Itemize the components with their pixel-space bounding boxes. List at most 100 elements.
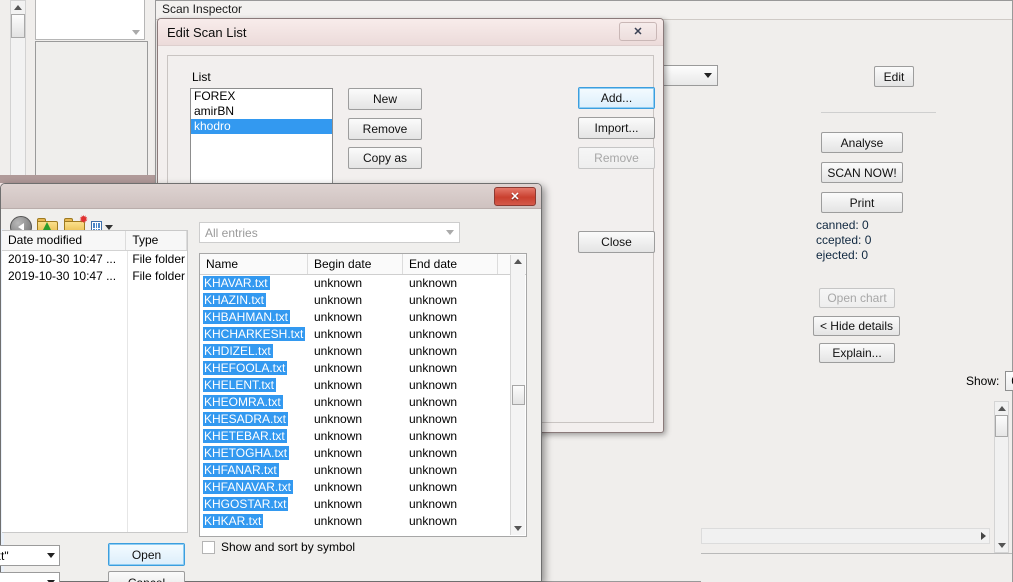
- new-button[interactable]: New: [348, 88, 422, 110]
- list-item[interactable]: khodro: [191, 119, 332, 134]
- table-row[interactable]: KHGOSTAR.txt unknown unknown: [200, 496, 526, 513]
- cell-end-date: unknown: [409, 276, 458, 290]
- cell-end-date: unknown: [409, 293, 458, 307]
- show-sort-by-symbol-checkbox[interactable]: [202, 540, 215, 554]
- dialog-close-button[interactable]: ✕: [619, 22, 657, 41]
- background-left-window: [0, 0, 157, 183]
- table-row[interactable]: KHKAR.txt unknown unknown: [200, 513, 526, 530]
- import-button[interactable]: Import...: [578, 117, 655, 139]
- edit-button[interactable]: Edit: [874, 66, 914, 87]
- filename-value: KHKAR.txt": [0, 548, 9, 563]
- remove-button[interactable]: Remove: [348, 118, 422, 140]
- filetype-select[interactable]: [0, 572, 60, 582]
- cell-begin-date: unknown: [314, 293, 363, 307]
- cell-end-date: unknown: [409, 463, 458, 477]
- print-button[interactable]: Print: [821, 192, 903, 213]
- scroll-up-arrow-icon[interactable]: [512, 255, 525, 268]
- scrollbar-thumb[interactable]: [11, 14, 25, 38]
- open-chart-button[interactable]: Open chart: [819, 288, 895, 308]
- cell-end-date: unknown: [409, 429, 458, 443]
- background-left-combo[interactable]: [35, 0, 145, 40]
- results-vertical-scrollbar[interactable]: [994, 401, 1009, 553]
- show-select[interactable]: 0: current: [1005, 371, 1013, 391]
- cell-end-date: unknown: [409, 412, 458, 426]
- background-left-scrollbar[interactable]: [10, 0, 26, 178]
- cell-begin-date: unknown: [314, 378, 363, 392]
- scroll-right-arrow-icon[interactable]: [981, 532, 986, 540]
- scan-now-button[interactable]: SCAN NOW!: [821, 162, 903, 183]
- cancel-button[interactable]: Cancel: [108, 571, 185, 582]
- copy-as-button[interactable]: Copy as: [348, 147, 422, 169]
- table-row[interactable]: KHCHARKESH.txt unknown unknown: [200, 326, 526, 343]
- cell-end-date: unknown: [409, 514, 458, 528]
- stat-accepted: ccepted: 0: [816, 233, 872, 247]
- cell-end-date: unknown: [409, 327, 458, 341]
- scan-inspector-bottom-strip: Automatic: [701, 553, 1012, 582]
- analyse-button[interactable]: Analyse: [821, 132, 903, 153]
- table-row[interactable]: 2019-10-30 10:47 ... File folder: [2, 268, 187, 285]
- add-button[interactable]: Add...: [578, 87, 655, 109]
- list-item[interactable]: FOREX: [191, 89, 332, 104]
- table-row[interactable]: KHFANAVAR.txt unknown unknown: [200, 479, 526, 496]
- show-control-group: Show: 0: current: [966, 371, 1013, 391]
- scan-inspector-titlebar: Scan Inspector: [156, 1, 1012, 19]
- table-row[interactable]: KHELENT.txt unknown unknown: [200, 377, 526, 394]
- cell-begin-date: unknown: [314, 276, 363, 290]
- scroll-up-arrow-icon[interactable]: [12, 1, 25, 14]
- table-row[interactable]: KHETEBAR.txt unknown unknown: [200, 428, 526, 445]
- file-list-table[interactable]: Name Begin date End date KHAVAR.txt unkno…: [199, 253, 527, 537]
- remove-entry-button[interactable]: Remove: [578, 147, 655, 169]
- cell-end-date: unknown: [409, 361, 458, 375]
- cell-name: KHELENT.txt: [203, 378, 277, 392]
- cell-name: KHFANAVAR.txt: [203, 480, 293, 494]
- table-row[interactable]: KHESADRA.txt unknown unknown: [200, 411, 526, 428]
- file-list-vertical-scrollbar[interactable]: [510, 255, 525, 535]
- scan-inspector-title: Scan Inspector: [162, 2, 243, 16]
- scrollbar-thumb[interactable]: [995, 415, 1008, 437]
- open-button[interactable]: Open: [108, 543, 185, 566]
- column-header-date-modified[interactable]: Date modified: [2, 231, 127, 250]
- cell-end-date: unknown: [409, 497, 458, 511]
- cell-name: KHKAR.txt: [203, 514, 264, 528]
- column-header-begin-date[interactable]: Begin date: [308, 254, 403, 274]
- cell-begin-date: unknown: [314, 327, 363, 341]
- entries-filter-select[interactable]: All entries: [199, 222, 460, 243]
- cell-end-date: unknown: [409, 344, 458, 358]
- background-left-statusbar: [0, 175, 157, 183]
- hide-details-button[interactable]: < Hide details: [813, 316, 900, 336]
- entries-filter-value: All entries: [205, 225, 258, 240]
- table-row[interactable]: KHETOGHA.txt unknown unknown: [200, 445, 526, 462]
- cell-begin-date: unknown: [314, 446, 363, 460]
- table-row[interactable]: KHBAHMAN.txt unknown unknown: [200, 309, 526, 326]
- scroll-down-arrow-icon[interactable]: [512, 522, 525, 535]
- cell-end-date: unknown: [409, 395, 458, 409]
- show-sort-by-symbol-row[interactable]: Show and sort by symbol: [202, 540, 355, 554]
- list-item[interactable]: amirBN: [191, 104, 332, 119]
- scan-list-listbox[interactable]: FOREX amirBN khodro: [190, 88, 333, 198]
- table-row[interactable]: KHAZIN.txt unknown unknown: [200, 292, 526, 309]
- table-row[interactable]: KHEFOOLA.txt unknown unknown: [200, 360, 526, 377]
- chevron-down-icon[interactable]: [47, 553, 55, 558]
- file-dialog-close-button[interactable]: ✕: [494, 187, 536, 206]
- scan-list-combo[interactable]: [656, 65, 718, 86]
- explain-button[interactable]: Explain...: [819, 343, 895, 363]
- cell-begin-date: unknown: [314, 463, 363, 477]
- scroll-up-arrow-icon[interactable]: [995, 402, 1008, 415]
- table-row[interactable]: KHFANAR.txt unknown unknown: [200, 462, 526, 479]
- table-row[interactable]: KHAVAR.txt unknown unknown: [200, 275, 526, 292]
- scrollbar-thumb[interactable]: [511, 385, 525, 405]
- column-header-end-date[interactable]: End date: [403, 254, 498, 274]
- folder-details-header: Date modified Type: [2, 231, 187, 251]
- filename-input[interactable]: KHKAR.txt": [0, 545, 60, 566]
- scroll-down-arrow-icon[interactable]: [995, 539, 1008, 552]
- column-header-type[interactable]: Type: [126, 231, 187, 250]
- chevron-down-icon: [132, 30, 140, 35]
- table-row[interactable]: KHDIZEL.txt unknown unknown: [200, 343, 526, 360]
- results-horizontal-scrollbar[interactable]: [701, 528, 990, 544]
- folder-details-pane[interactable]: Date modified Type 2019-10-30 10:47 ... …: [2, 230, 188, 533]
- column-header-name[interactable]: Name: [200, 254, 308, 274]
- close-button[interactable]: Close: [578, 231, 655, 253]
- table-row[interactable]: KHEOMRA.txt unknown unknown: [200, 394, 526, 411]
- cell-begin-date: unknown: [314, 497, 363, 511]
- table-row[interactable]: 2019-10-30 10:47 ... File folder: [2, 251, 187, 268]
